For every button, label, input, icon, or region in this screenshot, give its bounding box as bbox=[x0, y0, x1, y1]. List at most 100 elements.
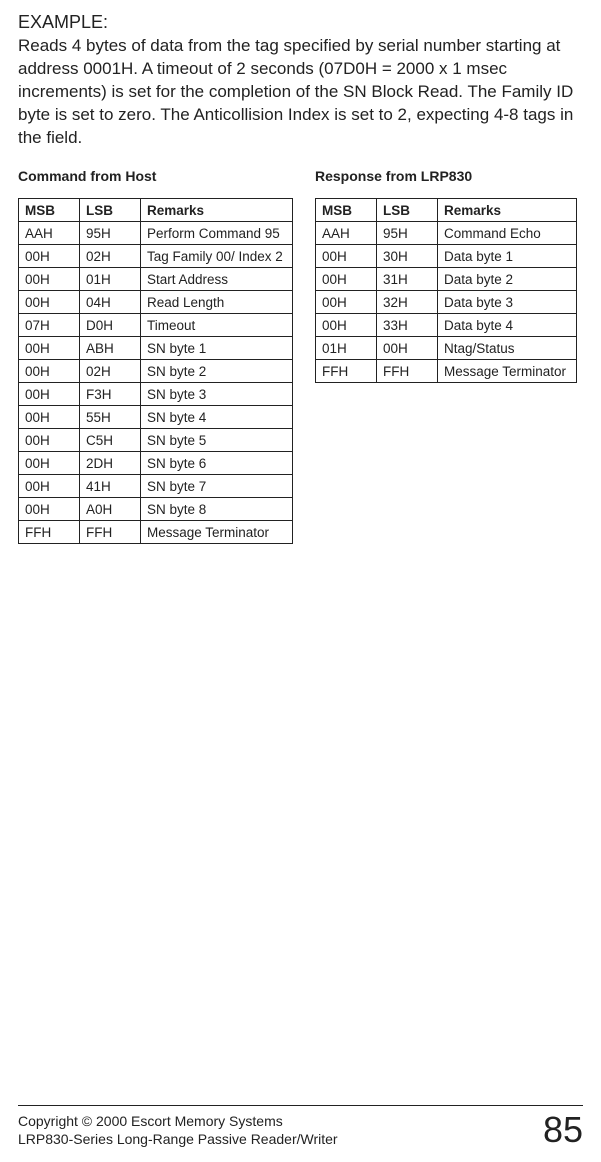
cell-msb: 00H bbox=[19, 474, 80, 497]
table-row: 00HC5HSN byte 5 bbox=[19, 428, 293, 451]
example-body-text: Reads 4 bytes of data from the tag speci… bbox=[18, 35, 583, 150]
cell-remarks: SN byte 8 bbox=[141, 497, 293, 520]
cell-lsb: C5H bbox=[80, 428, 141, 451]
page-footer: Copyright © 2000 Escort Memory Systems L… bbox=[18, 1105, 583, 1148]
response-from-lrp830-table: MSB LSB Remarks AAH95HCommand Echo00H30H… bbox=[315, 198, 577, 383]
table-row: FFHFFHMessage Terminator bbox=[316, 359, 577, 382]
page: EXAMPLE: Reads 4 bytes of data from the … bbox=[0, 0, 601, 1162]
cell-lsb: 55H bbox=[80, 405, 141, 428]
cell-msb: 00H bbox=[19, 359, 80, 382]
table-row: 00H33HData byte 4 bbox=[316, 313, 577, 336]
cell-msb: AAH bbox=[19, 221, 80, 244]
cell-msb: 00H bbox=[19, 336, 80, 359]
cell-lsb: 95H bbox=[377, 221, 438, 244]
cell-remarks: Start Address bbox=[141, 267, 293, 290]
cell-msb: 00H bbox=[19, 428, 80, 451]
cell-remarks: SN byte 3 bbox=[141, 382, 293, 405]
command-from-host-table: MSB LSB Remarks AAH95HPerform Command 95… bbox=[18, 198, 293, 544]
cell-remarks: Read Length bbox=[141, 290, 293, 313]
table-row: 00H41HSN byte 7 bbox=[19, 474, 293, 497]
command-table-body: AAH95HPerform Command 9500H02HTag Family… bbox=[19, 221, 293, 543]
table-row: 00H55HSN byte 4 bbox=[19, 405, 293, 428]
table-row: 00HABHSN byte 1 bbox=[19, 336, 293, 359]
page-number: 85 bbox=[543, 1112, 583, 1148]
cell-lsb: FFH bbox=[80, 520, 141, 543]
cell-remarks: Command Echo bbox=[438, 221, 577, 244]
cell-msb: 00H bbox=[19, 497, 80, 520]
cell-lsb: D0H bbox=[80, 313, 141, 336]
response-from-lrp830-col: Response from LRP830 MSB LSB Remarks AAH… bbox=[315, 168, 577, 383]
cell-lsb: 32H bbox=[377, 290, 438, 313]
cell-lsb: 01H bbox=[80, 267, 141, 290]
table-row: 00H2DHSN byte 6 bbox=[19, 451, 293, 474]
cell-msb: FFH bbox=[316, 359, 377, 382]
footer-product: LRP830-Series Long-Range Passive Reader/… bbox=[18, 1130, 338, 1148]
cell-remarks: Data byte 2 bbox=[438, 267, 577, 290]
cell-msb: 01H bbox=[316, 336, 377, 359]
table-row: 00H30HData byte 1 bbox=[316, 244, 577, 267]
cell-msb: 00H bbox=[19, 267, 80, 290]
cell-remarks: SN byte 5 bbox=[141, 428, 293, 451]
table-row: 00H02HTag Family 00/ Index 2 bbox=[19, 244, 293, 267]
response-from-lrp830-heading: Response from LRP830 bbox=[315, 168, 577, 184]
table-row: AAH95HCommand Echo bbox=[316, 221, 577, 244]
table-header-row: MSB LSB Remarks bbox=[316, 198, 577, 221]
cell-remarks: SN byte 6 bbox=[141, 451, 293, 474]
columns: Command from Host MSB LSB Remarks AAH95H… bbox=[18, 168, 583, 544]
header-msb: MSB bbox=[19, 198, 80, 221]
cell-remarks: Data byte 1 bbox=[438, 244, 577, 267]
command-from-host-col: Command from Host MSB LSB Remarks AAH95H… bbox=[18, 168, 293, 544]
cell-msb: AAH bbox=[316, 221, 377, 244]
command-from-host-heading: Command from Host bbox=[18, 168, 293, 184]
cell-remarks: Ntag/Status bbox=[438, 336, 577, 359]
cell-msb: 00H bbox=[316, 244, 377, 267]
cell-remarks: Message Terminator bbox=[141, 520, 293, 543]
cell-msb: 00H bbox=[19, 451, 80, 474]
cell-remarks: SN byte 7 bbox=[141, 474, 293, 497]
cell-msb: 00H bbox=[19, 405, 80, 428]
cell-lsb: 31H bbox=[377, 267, 438, 290]
cell-lsb: 04H bbox=[80, 290, 141, 313]
cell-msb: 00H bbox=[19, 382, 80, 405]
header-lsb: LSB bbox=[80, 198, 141, 221]
header-remarks: Remarks bbox=[438, 198, 577, 221]
cell-lsb: 00H bbox=[377, 336, 438, 359]
table-row: 00H04HRead Length bbox=[19, 290, 293, 313]
example-heading: EXAMPLE: bbox=[18, 12, 583, 33]
table-row: 00HF3HSN byte 3 bbox=[19, 382, 293, 405]
cell-lsb: A0H bbox=[80, 497, 141, 520]
cell-msb: 00H bbox=[19, 244, 80, 267]
cell-msb: 00H bbox=[316, 313, 377, 336]
header-msb: MSB bbox=[316, 198, 377, 221]
cell-msb: 00H bbox=[316, 290, 377, 313]
header-lsb: LSB bbox=[377, 198, 438, 221]
cell-lsb: FFH bbox=[377, 359, 438, 382]
table-row: 00H02HSN byte 2 bbox=[19, 359, 293, 382]
cell-remarks: Data byte 3 bbox=[438, 290, 577, 313]
cell-msb: FFH bbox=[19, 520, 80, 543]
cell-lsb: 2DH bbox=[80, 451, 141, 474]
table-row: 07HD0HTimeout bbox=[19, 313, 293, 336]
cell-lsb: 02H bbox=[80, 359, 141, 382]
cell-remarks: Perform Command 95 bbox=[141, 221, 293, 244]
header-remarks: Remarks bbox=[141, 198, 293, 221]
table-row: 00HA0HSN byte 8 bbox=[19, 497, 293, 520]
cell-lsb: ABH bbox=[80, 336, 141, 359]
cell-lsb: 95H bbox=[80, 221, 141, 244]
footer-copyright: Copyright © 2000 Escort Memory Systems bbox=[18, 1112, 338, 1130]
table-row: 00H32HData byte 3 bbox=[316, 290, 577, 313]
cell-remarks: SN byte 1 bbox=[141, 336, 293, 359]
response-table-body: AAH95HCommand Echo00H30HData byte 100H31… bbox=[316, 221, 577, 382]
footer-text: Copyright © 2000 Escort Memory Systems L… bbox=[18, 1112, 338, 1148]
cell-lsb: 02H bbox=[80, 244, 141, 267]
cell-lsb: 33H bbox=[377, 313, 438, 336]
table-row: FFHFFHMessage Terminator bbox=[19, 520, 293, 543]
table-row: 00H01HStart Address bbox=[19, 267, 293, 290]
cell-remarks: SN byte 4 bbox=[141, 405, 293, 428]
table-row: 00H31HData byte 2 bbox=[316, 267, 577, 290]
cell-lsb: F3H bbox=[80, 382, 141, 405]
cell-msb: 00H bbox=[19, 290, 80, 313]
cell-msb: 00H bbox=[316, 267, 377, 290]
cell-remarks: Timeout bbox=[141, 313, 293, 336]
cell-remarks: Message Terminator bbox=[438, 359, 577, 382]
